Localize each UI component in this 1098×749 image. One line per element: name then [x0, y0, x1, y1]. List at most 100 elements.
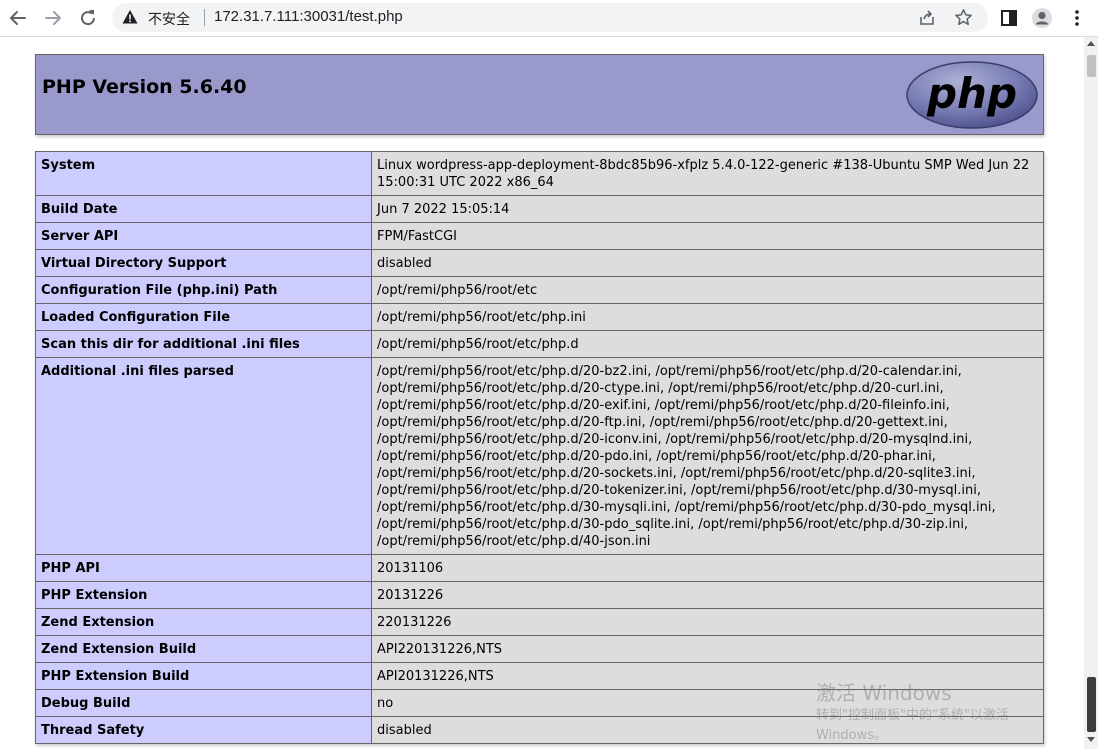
row-key: Zend Extension Build [35, 635, 372, 663]
row-key: Zend Extension [35, 608, 372, 636]
row-key: Server API [35, 222, 372, 250]
row-value-line: 20131106 [377, 561, 444, 576]
php-info-table: System Linux wordpress-app-deployment-8bd… [35, 151, 1044, 744]
share-icon[interactable] [918, 9, 936, 27]
table-row: Zend Extension Build API220131226,NTS [35, 635, 1044, 663]
table-row: System Linux wordpress-app-deployment-8bd… [35, 151, 1044, 196]
back-arrow-icon [10, 11, 26, 25]
row-value: no [371, 689, 1044, 717]
row-value: /opt/remi/php56/root/etc/php.d/20-bz2.in… [371, 357, 1044, 555]
row-value: Linux wordpress-app-deployment-8bdc85b96… [371, 151, 1044, 196]
row-key: Build Date [35, 195, 372, 223]
row-value-line: /opt/remi/php56/root/etc [377, 283, 538, 298]
scroll-up-arrow-icon[interactable] [1087, 41, 1095, 46]
row-value-line: Linux wordpress-app-deployment-8bdc85b96… [377, 158, 1030, 173]
row-value-line: /opt/remi/php56/root/etc/php.d/20-socket… [377, 466, 976, 481]
row-value: 20131106 [371, 554, 1044, 582]
row-key: Loaded Configuration File [35, 303, 372, 331]
side-panel-button[interactable] [997, 6, 1021, 30]
row-value-line: /opt/remi/php56/root/etc/php.d/40-json.i… [377, 534, 651, 549]
row-value-line: 15:00:31 UTC 2022 x86_64 [377, 175, 554, 190]
row-key: Debug Build [35, 689, 372, 717]
row-value: 20131226 [371, 581, 1044, 609]
row-key: PHP Extension [35, 581, 372, 609]
row-value-line: /opt/remi/php56/root/etc/php.d/20-pdo.in… [377, 449, 936, 464]
table-row: Loaded Configuration File/opt/remi/php56… [35, 303, 1044, 331]
browser-menu-button[interactable] [1065, 6, 1089, 30]
row-value-line: /opt/remi/php56/root/etc/php.d/20-ctype.… [377, 381, 944, 396]
security-label[interactable]: 不安全 [148, 9, 190, 29]
scroll-thumb[interactable] [1087, 55, 1096, 77]
row-value: API220131226,NTS [371, 635, 1044, 663]
row-value: disabled [371, 716, 1044, 744]
table-row: Server API FPM/FastCGI [35, 222, 1044, 250]
page-scrollbar[interactable] [1084, 37, 1098, 749]
forward-arrow-icon [45, 11, 61, 25]
table-row: PHP Extension Build API20131226,NTS [35, 662, 1044, 690]
page-viewport: PHP Version 5.6.40 php System Linux wordp… [0, 37, 1084, 749]
row-value-line: disabled [377, 723, 432, 738]
browser-toolbar: 不安全 172.31.7.111:30031/test.php [0, 0, 1098, 37]
menu-dots-icon [1075, 10, 1079, 26]
row-value-line: /opt/remi/php56/root/etc/php.d/20-bz2.in… [377, 364, 962, 379]
table-row: PHP Extension 20131226 [35, 581, 1044, 609]
row-value: Jun 7 2022 15:05:14 [371, 195, 1044, 223]
table-row: Thread Safety disabled [35, 716, 1044, 744]
row-value-line: API20131226,NTS [377, 669, 494, 684]
table-row: Configuration File (php.ini) Path/opt/re… [35, 276, 1044, 304]
row-value-line: /opt/remi/php56/root/etc/php.d/20-ftp.in… [377, 415, 948, 430]
row-value-line: disabled [377, 256, 432, 271]
row-value-line: FPM/FastCGI [377, 229, 458, 244]
table-row: PHP API 20131106 [35, 554, 1044, 582]
php-version-header: PHP Version 5.6.40 php [35, 54, 1044, 135]
page-title: PHP Version 5.6.40 [42, 76, 247, 98]
warning-icon[interactable] [122, 9, 138, 25]
row-key: PHP API [35, 554, 372, 582]
row-value-line: 20131226 [377, 588, 444, 603]
row-key: System [35, 151, 372, 196]
row-value-line: /opt/remi/php56/root/etc/php.d/20-tokeni… [377, 483, 982, 498]
row-value-line: 220131226 [377, 615, 452, 630]
table-row: Debug Build no [35, 689, 1044, 717]
row-key: PHP Extension Build [35, 662, 372, 690]
row-value-line: /opt/remi/php56/root/etc/php.d [377, 337, 579, 352]
table-row: Zend Extension 220131226 [35, 608, 1044, 636]
row-value-line: /opt/remi/php56/root/etc/php.d/20-iconv.… [377, 432, 973, 447]
row-value: /opt/remi/php56/root/etc/php.ini [371, 303, 1044, 331]
star-icon[interactable] [954, 8, 973, 27]
row-key: Virtual Directory Support [35, 249, 372, 277]
row-value: disabled [371, 249, 1044, 277]
table-row: Additional .ini files parsed/opt/remi/ph… [35, 357, 1044, 555]
row-value: /opt/remi/php56/root/etc [371, 276, 1044, 304]
row-value-line: /opt/remi/php56/root/etc/php.ini [377, 310, 586, 325]
profile-button[interactable] [1030, 6, 1054, 30]
row-value-line: no [377, 696, 394, 711]
row-value-line: /opt/remi/php56/root/etc/php.d/20-exif.i… [377, 398, 950, 413]
row-key: Configuration File (php.ini) Path [35, 276, 372, 304]
table-row: Scan this dir for additional .ini files /… [35, 330, 1044, 358]
reload-button[interactable] [76, 6, 100, 30]
scroll-thumb-secondary[interactable] [1087, 677, 1096, 732]
address-separator [204, 9, 205, 26]
table-row: Virtual Directory Support disabled [35, 249, 1044, 277]
row-value: 220131226 [371, 608, 1044, 636]
forward-button[interactable] [41, 6, 65, 30]
url-text[interactable]: 172.31.7.111:30031/test.php [214, 8, 403, 25]
side-panel-icon [1001, 10, 1017, 26]
reload-icon [81, 10, 96, 26]
row-key: Thread Safety [35, 716, 372, 744]
row-value-line: Jun 7 2022 15:05:14 [377, 202, 510, 217]
address-bar[interactable]: 不安全 172.31.7.111:30031/test.php [112, 3, 988, 32]
row-key: Scan this dir for additional .ini files [35, 330, 372, 358]
back-button[interactable] [6, 6, 30, 30]
row-key: Additional .ini files parsed [35, 357, 372, 555]
row-value-line: API220131226,NTS [377, 642, 503, 657]
row-value-line: /opt/remi/php56/root/etc/php.d/30-pdo_sq… [377, 517, 969, 532]
row-value: /opt/remi/php56/root/etc/php.d [371, 330, 1044, 358]
row-value-line: /opt/remi/php56/root/etc/php.d/30-mysqli… [377, 500, 996, 515]
row-value: API20131226,NTS [371, 662, 1044, 690]
php-logo[interactable]: php [905, 60, 1039, 130]
scroll-down-arrow-icon[interactable] [1087, 737, 1095, 742]
logo-text: php [926, 69, 1017, 118]
profile-icon [1032, 8, 1052, 28]
